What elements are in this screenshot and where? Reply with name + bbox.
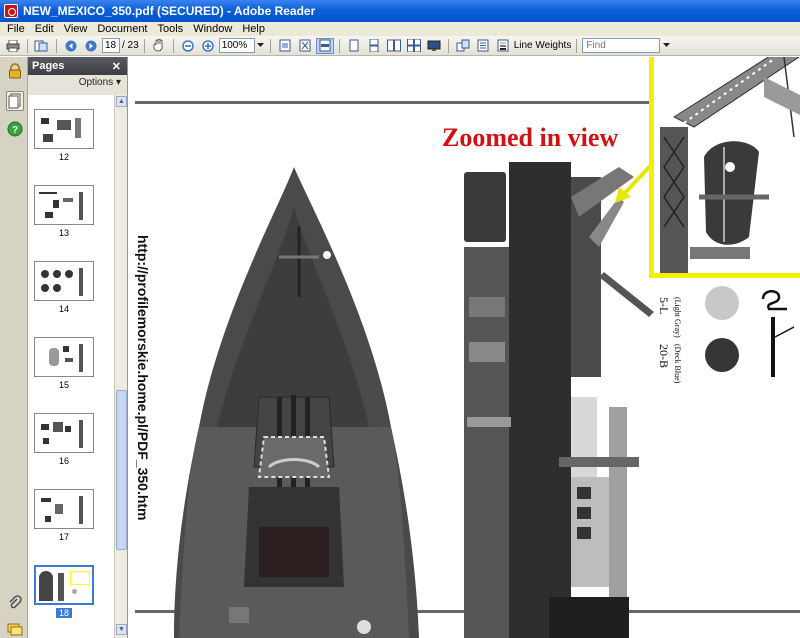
- zoom-in-icon[interactable]: [199, 38, 217, 54]
- toolbar-divider: [27, 38, 28, 53]
- thumbnail-label: 14: [58, 304, 69, 314]
- page-thumbnail-selected[interactable]: [34, 565, 94, 605]
- print-icon[interactable]: [4, 38, 22, 54]
- zoom-dropdown-icon[interactable]: [257, 38, 265, 54]
- svg-text:?: ?: [12, 125, 18, 136]
- page-thumbnail[interactable]: [34, 337, 94, 377]
- fit-width-icon[interactable]: [315, 37, 334, 54]
- zoomed-inset-image: [649, 57, 800, 278]
- page-thumbnail[interactable]: [34, 261, 94, 301]
- scroll-up-icon[interactable]: ▲: [116, 96, 127, 107]
- find-input[interactable]: [582, 38, 661, 53]
- swatch-name-deck-blue: (Deck Blue): [673, 344, 682, 384]
- options-menu[interactable]: Options ▾: [28, 75, 127, 91]
- menu-bar: File Edit View Document Tools Window Hel…: [0, 22, 800, 36]
- zoom-level-input[interactable]: [218, 38, 255, 53]
- toolbar: / 23 Line Weigh: [0, 36, 800, 56]
- options-label: Options: [78, 77, 114, 88]
- ship-side-view: [464, 162, 654, 638]
- page-thumbnail[interactable]: [34, 109, 94, 149]
- toolbar-divider: [172, 38, 174, 53]
- page-number-input[interactable]: [102, 38, 120, 53]
- continuous-facing-icon[interactable]: [405, 38, 423, 54]
- thumbnail-scrollbar[interactable]: ▲ ▼: [114, 95, 127, 638]
- zoomed-in-view-label: Zoomed in view: [442, 123, 619, 152]
- thumbnail-label-selected: 18: [56, 608, 72, 618]
- adobe-reader-window: { "window": { "title": "NEW_MEXICO_350.p…: [0, 0, 800, 638]
- scroll-down-icon[interactable]: ▼: [116, 624, 127, 635]
- fit-page-icon[interactable]: [296, 38, 314, 54]
- title-bar: NEW_MEXICO_350.pdf (SECURED) - Adobe Rea…: [0, 0, 800, 22]
- page-total: / 23: [122, 40, 139, 51]
- menu-document[interactable]: Document: [92, 22, 152, 36]
- full-screen-icon[interactable]: [425, 38, 443, 54]
- toolbar-divider: [56, 38, 57, 53]
- toolbar-divider: [576, 38, 578, 53]
- toolbar-divider: [143, 38, 145, 53]
- anchor-detail-drawing: [761, 290, 795, 377]
- pages-panel: Pages ✕ Options ▾ 12 13 14 15 16 17 18 ▲…: [28, 57, 128, 638]
- line-weights-icon[interactable]: [494, 38, 512, 54]
- pages-panel-icon[interactable]: [6, 91, 24, 111]
- facing-icon[interactable]: [385, 38, 403, 54]
- line-weights-button[interactable]: Line Weights: [514, 40, 572, 51]
- swatch-code-light-gray: 5-L: [657, 297, 671, 315]
- profile-url-text[interactable]: http://profilemorskie.home.pl/PDF_350.ht…: [135, 235, 151, 521]
- menu-view[interactable]: View: [59, 22, 93, 36]
- continuous-icon[interactable]: [365, 38, 383, 54]
- security-lock-icon[interactable]: [7, 63, 23, 79]
- menu-edit[interactable]: Edit: [30, 22, 59, 36]
- swatch-light-gray: [705, 286, 739, 320]
- previous-page-icon[interactable]: [62, 38, 80, 54]
- adobe-reader-icon: [4, 4, 18, 18]
- menu-window[interactable]: Window: [188, 22, 237, 36]
- actual-size-icon[interactable]: [276, 38, 294, 54]
- comments-icon[interactable]: [7, 621, 23, 637]
- thumbnail-label: 16: [58, 456, 69, 466]
- menu-file[interactable]: File: [2, 22, 30, 36]
- toolbar-divider: [447, 38, 449, 53]
- next-page-icon[interactable]: [82, 38, 100, 54]
- window-title: NEW_MEXICO_350.pdf (SECURED) - Adobe Rea…: [23, 4, 316, 18]
- swatch-code-deck-blue: 20-B: [657, 344, 671, 368]
- find-dropdown-icon[interactable]: [662, 38, 670, 54]
- swatch-deck-blue: [705, 338, 739, 372]
- rotate-view-icon[interactable]: [454, 38, 472, 54]
- menu-tools[interactable]: Tools: [153, 22, 189, 36]
- navigation-pane-strip: ?: [0, 57, 28, 638]
- ship-bow-top-view: [174, 167, 419, 638]
- thumbnail-label: 15: [58, 380, 69, 390]
- thumbnail-label: 17: [58, 532, 69, 542]
- help-icon[interactable]: ?: [7, 121, 23, 137]
- thumbnail-list: 12 13 14 15 16 17 18: [28, 95, 114, 638]
- close-icon[interactable]: ✕: [112, 60, 121, 73]
- attachments-icon[interactable]: [7, 595, 23, 611]
- scrollbar-thumb[interactable]: [116, 390, 127, 550]
- hand-tool-icon[interactable]: [150, 38, 168, 54]
- page-thumbnail[interactable]: [34, 185, 94, 225]
- thumbnail-label: 12: [58, 152, 69, 162]
- page-thumbnail[interactable]: [34, 413, 94, 453]
- thumbnail-label: 13: [58, 228, 69, 238]
- page-thumbnail[interactable]: [34, 489, 94, 529]
- toolbar-divider: [269, 38, 271, 53]
- pages-panel-header: Pages ✕: [28, 57, 127, 75]
- menu-help[interactable]: Help: [237, 22, 270, 36]
- pages-panel-title: Pages: [32, 60, 65, 72]
- chevron-down-icon: ▾: [115, 77, 121, 88]
- swatch-name-light-gray: (Light Gray): [673, 297, 682, 338]
- pages-view-icon[interactable]: [33, 38, 51, 54]
- layers-icon[interactable]: [474, 38, 492, 54]
- zoom-out-icon[interactable]: [179, 38, 197, 54]
- single-page-icon[interactable]: [345, 38, 363, 54]
- document-view: Zoomed in view http://profilemorskie.hom…: [129, 57, 800, 638]
- toolbar-divider: [338, 38, 340, 53]
